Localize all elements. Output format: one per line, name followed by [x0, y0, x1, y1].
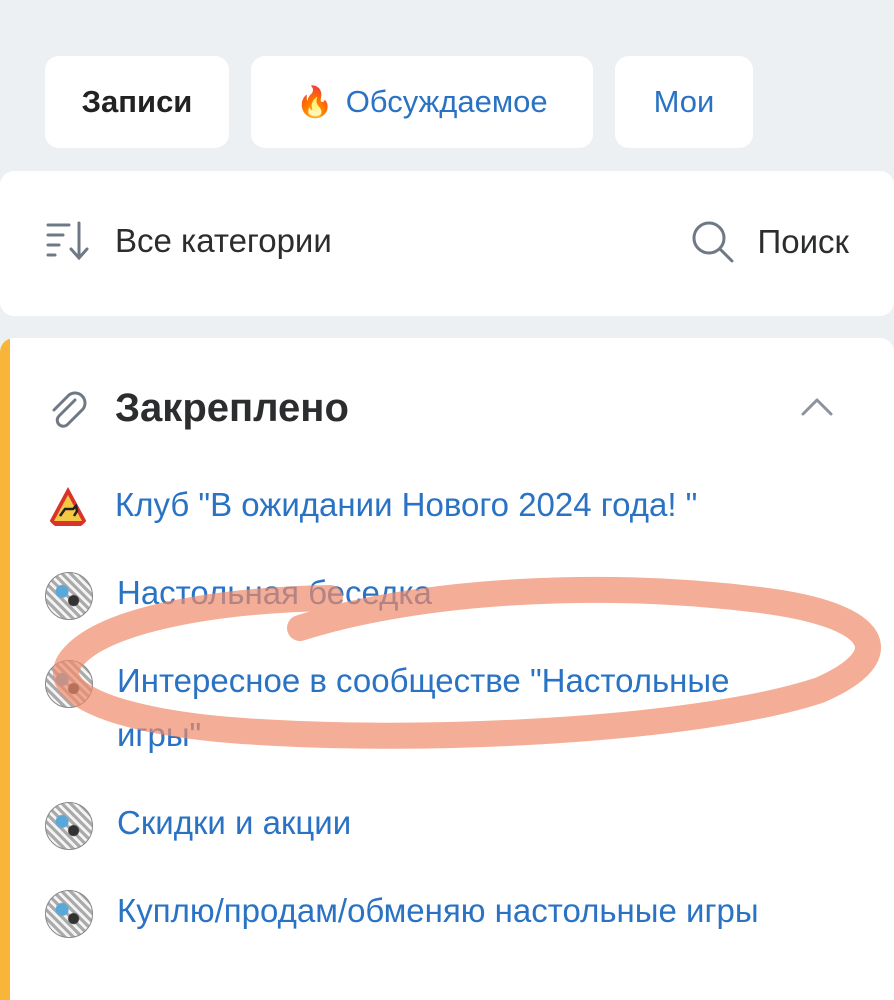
sort-icon [46, 221, 89, 261]
pinned-item-link[interactable]: Клуб "В ожидании Нового 2024 года! " [115, 478, 697, 532]
tab-mine[interactable]: Мои [615, 56, 753, 148]
pinned-accent-bar [0, 338, 10, 1000]
tab-mine-label: Мои [653, 84, 715, 119]
pinned-item[interactable]: Интересное в сообществе "Настольные игры… [45, 654, 865, 762]
search-icon [692, 221, 734, 263]
tab-records[interactable]: Записи [45, 56, 229, 148]
paperclip-icon [52, 391, 87, 428]
feed-tabs: Записи 🔥 Обсуждаемое Мои [45, 56, 753, 148]
dice-avatar-icon [45, 660, 93, 708]
pinned-item[interactable]: Клуб "В ожидании Нового 2024 года! " [45, 478, 865, 532]
tab-discussed-label: Обсуждаемое [345, 84, 548, 119]
filter-bar: Все категории Поиск [0, 171, 894, 316]
pinned-item-link[interactable]: Интересное в сообществе "Настольные игры… [117, 654, 797, 762]
chevron-up-icon[interactable] [799, 394, 835, 418]
search-label: Поиск [757, 223, 849, 260]
tab-records-label: Записи [81, 84, 193, 119]
dice-avatar-icon [45, 572, 93, 620]
pinned-item[interactable]: Куплю/продам/обменяю настольные игры [45, 884, 865, 938]
category-filter-button[interactable]: Все категории [45, 219, 332, 263]
category-filter-label: Все категории [115, 222, 332, 259]
warning-sign-avatar-icon [47, 487, 89, 526]
search-button[interactable]: Поиск [690, 219, 849, 265]
pinned-item[interactable]: Скидки и акции [45, 796, 865, 850]
pinned-section: Закреплено Клуб "В ожидании Нового 2024 … [0, 338, 894, 1000]
fire-icon: 🔥 [296, 85, 334, 119]
pinned-list: Клуб "В ожидании Нового 2024 года! " Нас… [45, 478, 865, 972]
pinned-title: Закреплено [115, 386, 349, 430]
pinned-item-link[interactable]: Настольная беседка [117, 566, 432, 620]
pinned-item-link[interactable]: Куплю/продам/обменяю настольные игры [117, 884, 759, 938]
dice-avatar-icon [45, 890, 93, 938]
pinned-item[interactable]: Настольная беседка [45, 566, 865, 620]
dice-avatar-icon [45, 802, 93, 850]
pinned-item-link[interactable]: Скидки и акции [117, 796, 351, 850]
pinned-header: Закреплено [45, 386, 835, 438]
tab-discussed[interactable]: 🔥 Обсуждаемое [251, 56, 593, 148]
